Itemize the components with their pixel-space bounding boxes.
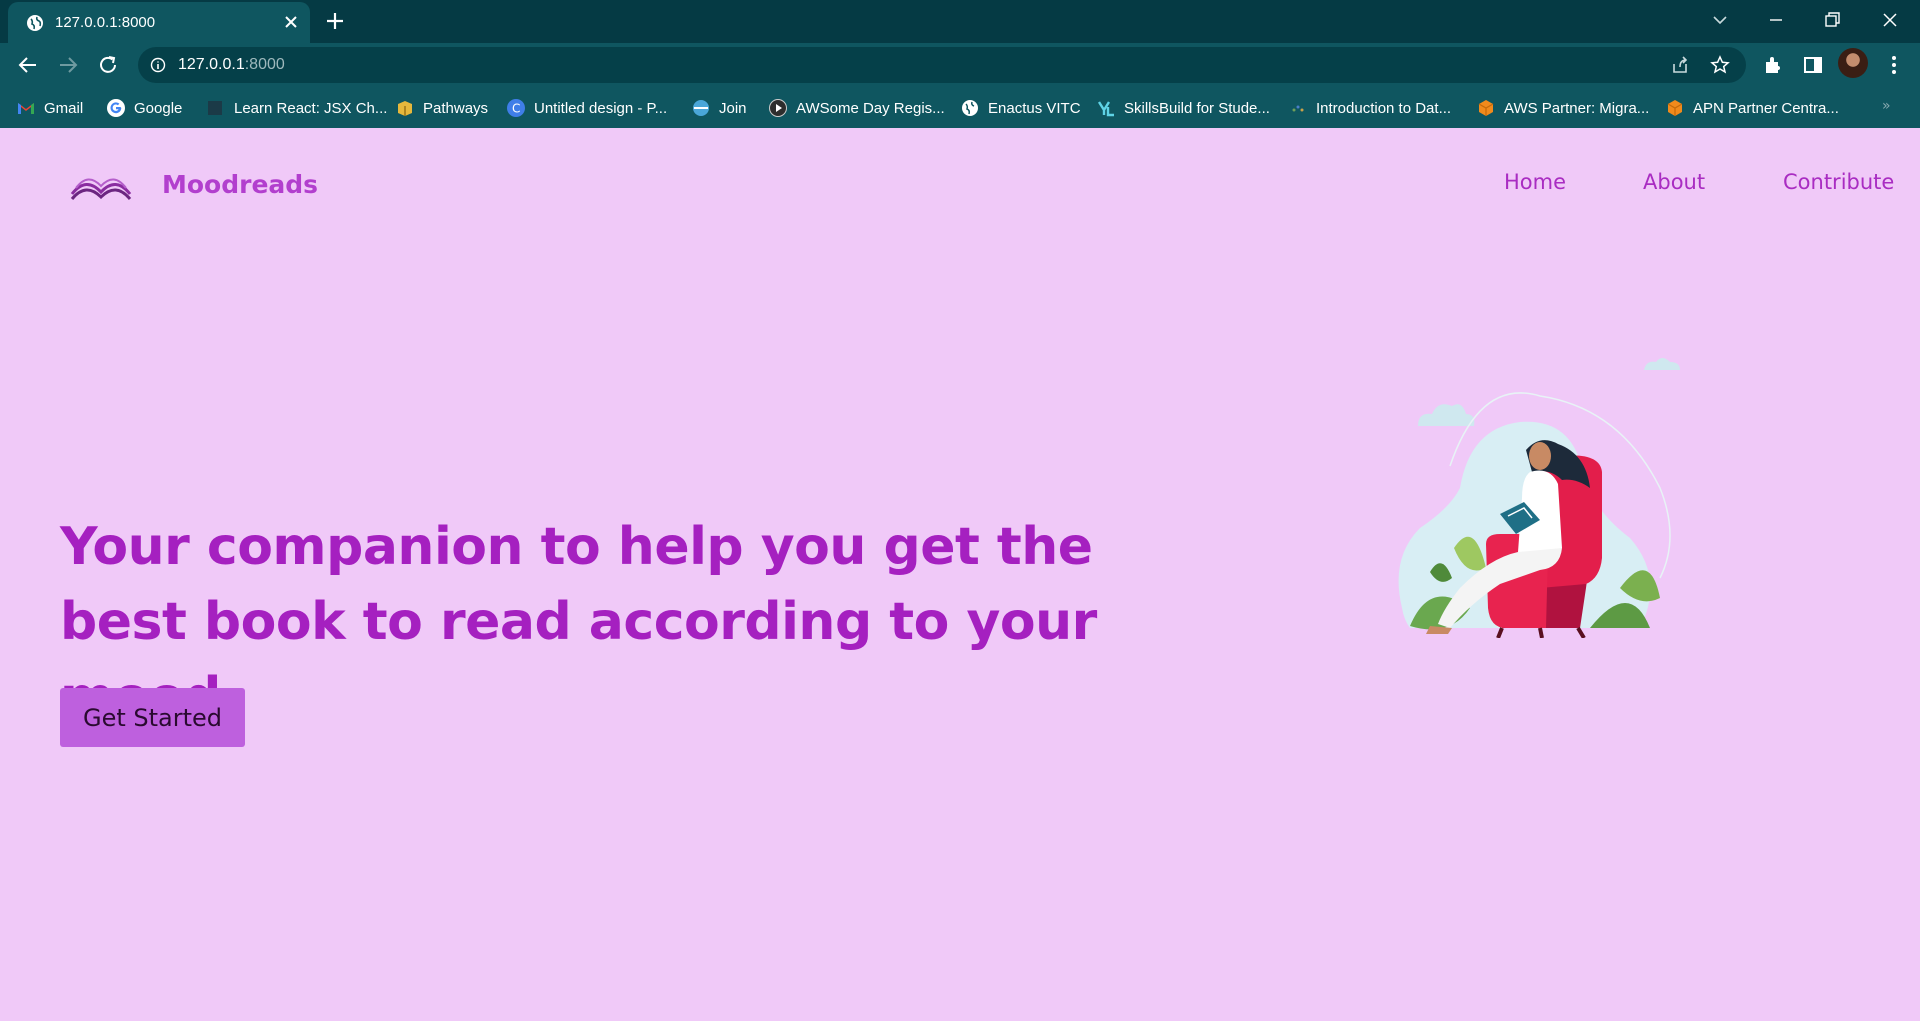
extensions-icon[interactable] [1762,54,1784,76]
globe-icon [962,100,978,116]
profile-avatar[interactable] [1838,48,1868,78]
bookmark-star-icon[interactable] [1710,55,1730,75]
minimize-icon[interactable] [1766,10,1786,30]
forward-arrow-icon[interactable] [57,54,79,76]
more-bookmarks-icon[interactable]: » [1882,98,1891,114]
bookmark-label: Join [719,99,747,117]
get-started-button[interactable]: Get Started [60,688,245,747]
box-icon [398,101,412,116]
aws-icon [1667,100,1683,116]
site-info-icon[interactable] [150,57,166,73]
bookmark-join[interactable]: Join [691,97,747,119]
brand-name: Moodreads [162,169,319,199]
bookmark-label: Untitled design - P... [534,99,668,117]
url-port: :8000 [244,56,285,73]
address-bar[interactable]: 127.0.0.1:8000 [138,47,1746,83]
nav-about-link[interactable]: About [1643,170,1705,194]
bookmark-label: AWSome Day Regis... [796,99,945,117]
cloud-shape [1418,404,1475,426]
url-host: 127.0.0.1 [178,56,245,73]
bookmark-label: Learn React: JSX Ch... [234,99,388,117]
play-icon [769,99,787,117]
face-shape [1529,442,1551,470]
bookmark-intro-data[interactable]: Introduction to Dat... [1288,97,1451,119]
canva-icon: C [507,99,525,117]
bookmark-label: Pathways [423,99,489,117]
woman-reading-illustration [1398,358,1680,638]
skillsbuild-icon [1097,101,1114,117]
tab-title: 127.0.0.1:8000 [55,14,156,31]
bookmark-aws-partner[interactable]: AWS Partner: Migra... [1476,97,1649,119]
close-window-icon[interactable] [1880,10,1900,30]
globe-icon [27,15,43,31]
page-viewport: Moodreads Home About Contribute Your com… [0,128,1920,1021]
tab-search-icon[interactable] [1710,10,1730,30]
close-tab-icon[interactable] [282,13,300,31]
codecademy-icon [208,101,222,115]
bookmark-apn-partner[interactable]: APN Partner Centra... [1665,97,1839,119]
cloud-shape [1644,358,1680,370]
webex-icon [693,100,709,116]
bookmark-awsome-day[interactable]: AWSome Day Regis... [768,97,945,119]
google-icon [107,99,125,117]
bookmark-gmail[interactable]: Gmail [16,97,83,119]
menu-dots-icon[interactable] [1884,54,1904,76]
chair-legs [1496,626,1586,638]
bookmark-skillsbuild[interactable]: SkillsBuild for Stude... [1096,97,1270,119]
nav-contribute-link[interactable]: Contribute [1783,170,1894,194]
side-panel-icon[interactable] [1802,54,1824,76]
bookmark-label: Enactus VITC [988,99,1081,117]
bookmark-enactus[interactable]: Enactus VITC [960,97,1081,119]
bookmark-label: Gmail [44,99,84,117]
bookmark-label: SkillsBuild for Stude... [1124,99,1270,117]
course-icon [1292,105,1304,112]
open-book-logo-icon [70,178,132,200]
browser-tab[interactable]: 127.0.0.1:8000 [8,2,310,43]
bookmark-label: AWS Partner: Migra... [1504,99,1650,117]
bookmarks-bar: Gmail Google Learn React: JSX Ch... Path… [0,88,1920,128]
gmail-icon [18,103,34,114]
brand[interactable]: Moodreads [68,166,318,202]
back-arrow-icon[interactable] [17,54,39,76]
restore-icon[interactable] [1822,10,1842,30]
svg-text:C: C [512,102,520,116]
reload-icon[interactable] [97,54,119,76]
browser-titlebar: 127.0.0.1:8000 [0,0,1920,43]
new-tab-icon[interactable] [325,11,345,31]
bookmark-pathways[interactable]: Pathways [395,97,488,119]
bookmark-untitled-design[interactable]: C Untitled design - P... [506,97,667,119]
nav-home-link[interactable]: Home [1504,170,1566,194]
bookmark-label: APN Partner Centra... [1693,99,1839,117]
bookmark-label: Google [134,99,183,117]
url-text: 127.0.0.1:8000 [178,56,285,74]
share-icon[interactable] [1670,55,1690,75]
aws-icon [1478,100,1494,116]
bookmark-label: Introduction to Dat... [1316,99,1452,117]
bookmark-google[interactable]: Google [106,97,182,119]
bookmark-learn-react[interactable]: Learn React: JSX Ch... [206,97,387,119]
browser-toolbar: 127.0.0.1:8000 [0,43,1920,88]
